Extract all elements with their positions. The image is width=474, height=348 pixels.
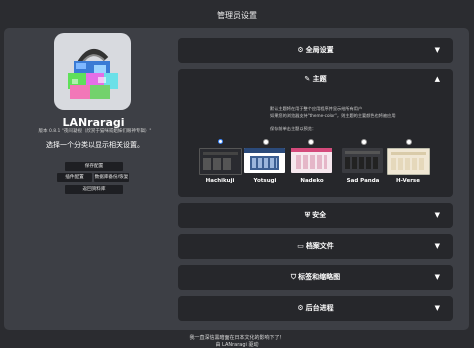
page-title: 管理员设置 [217, 11, 257, 20]
save-config-button[interactable]: 保存配置 [65, 162, 123, 171]
theme-description-2: 如果您的浏览器支持"theme-color"，则主题的主要颜色也将被应用 [270, 113, 396, 118]
theme-radio-yotsugi[interactable] [263, 139, 269, 145]
tagline: 选择一个分类以显示相关设置。 [46, 141, 144, 149]
theme-name-hachikuji: Hachikuji [205, 178, 235, 184]
theme-name-yotsugi: Yotsugi [253, 178, 277, 184]
theme-radio-hachikuji[interactable] [218, 139, 223, 144]
caret-up-icon[interactable]: ▲ [435, 75, 440, 83]
theme-name-sadpanda: Sad Panda [346, 178, 380, 184]
section-global-settings[interactable]: ⚙ 全局设置 ▼ [178, 38, 453, 63]
theme-preview-yotsugi[interactable] [244, 148, 285, 173]
section-jobs-label: 后台进程 [305, 304, 334, 312]
theme-preview-hachikuji[interactable] [199, 148, 242, 175]
cog-icon: ⚙ [297, 304, 304, 312]
section-theme: ✎ 主题 ▲ 默认主题将在用于整个应用程序并显示给所有用户 如果您的浏览器支持"… [178, 69, 453, 197]
section-tags-label: 标签和缩略图 [298, 273, 341, 281]
caret-down-icon: ▼ [434, 242, 440, 250]
theme-radio-sadpanda[interactable] [361, 139, 367, 145]
cogs-icon: ⚙ [297, 46, 304, 54]
backup-restore-button[interactable]: 数据库备份/恢复 [94, 173, 129, 182]
theme-radio-hverse[interactable] [406, 139, 412, 145]
return-library-button[interactable]: 返回资料库 [65, 185, 123, 194]
section-security[interactable]: ⛨ 安全 ▼ [178, 203, 453, 228]
section-archive-files[interactable]: ▭ 档案文件 ▼ [178, 234, 453, 259]
caret-down-icon: ▼ [434, 46, 440, 54]
theme-preview-sadpanda[interactable] [342, 148, 383, 173]
theme-preview-hint: 保存前单击主题以预览： [270, 126, 317, 131]
footer-quote: 我一直深信黑暗面在日本文化的影响下了！ [189, 335, 285, 341]
archive-icon: ▭ [297, 242, 304, 250]
theme-preview-hverse[interactable] [387, 148, 430, 175]
footer-powered-by[interactable]: 由 LANraragi 驱动 [0, 341, 474, 348]
theme-radio-nadeko[interactable] [308, 139, 314, 145]
section-tags-thumbnails[interactable]: ⛉ 标签和缩略图 ▼ [178, 265, 453, 290]
section-files-label: 档案文件 [305, 242, 334, 250]
section-security-label: 安全 [312, 211, 327, 219]
section-theme-header[interactable]: ✎ 主题 [178, 74, 453, 84]
tags-icon: ⛉ [290, 273, 297, 281]
section-theme-label: 主题 [312, 75, 327, 83]
app-logo [54, 33, 131, 110]
app-version: 版本 0.8.1 "夜间凝视（欣赏于猫咪或姐妹们眼神专辑）" [38, 129, 152, 134]
paintbrush-icon: ✎ [304, 75, 311, 83]
theme-name-nadeko: Nadeko [300, 178, 324, 184]
logo-icon [68, 49, 118, 99]
theme-description-1: 默认主题将在用于整个应用程序并显示给所有用户 [270, 106, 363, 111]
caret-down-icon: ▼ [434, 211, 440, 219]
caret-down-icon: ▼ [434, 304, 440, 312]
section-global-label: 全局设置 [305, 46, 334, 54]
section-background-jobs[interactable]: ⚙ 后台进程 ▼ [178, 296, 453, 321]
theme-preview-nadeko[interactable] [291, 148, 332, 173]
shield-icon: ⛨ [304, 211, 311, 219]
theme-name-hverse: H-Verse [396, 178, 420, 184]
plugin-config-button[interactable]: 插件配置 [57, 173, 92, 182]
caret-down-icon: ▼ [434, 273, 440, 281]
